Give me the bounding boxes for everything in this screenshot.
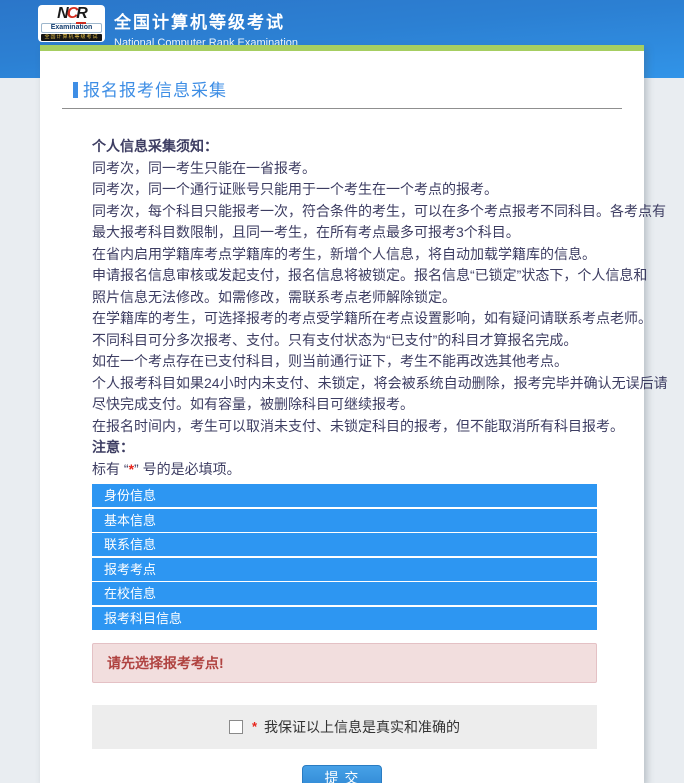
accordion-section-bar[interactable]: 基本信息 — [92, 509, 597, 532]
ncre-logo: NCR Examination 全国计算机等级考试 — [38, 5, 105, 42]
accordion-section-bar[interactable]: 联系信息 — [92, 533, 597, 556]
notice-line: 同考次，每个科目只能报考一次，符合条件的考生，可以在多个考点报考不同科目。各考点… — [92, 201, 644, 223]
accordion-section-bar[interactable]: 报考科目信息 — [92, 607, 597, 630]
notice-line: 注意： — [92, 437, 644, 459]
notice-line: 个人报考科目如果24小时内未支付、未锁定，将会被系统自动删除，报考完毕并确认无误… — [92, 373, 644, 395]
logo-black-strip: 全国计算机等级考试 — [41, 34, 102, 41]
logo-examination-label: Examination — [41, 23, 102, 33]
notice-line: 同考次，同一考生只能在一省报考。 — [92, 158, 644, 180]
submit-row: 提 交 — [40, 765, 644, 783]
notice-line: 个人信息采集须知： — [92, 136, 644, 158]
required-hint-suffix: ” 号的是必填项。 — [134, 461, 241, 477]
notice-line: 在学籍库的考生，可选择报考的考点受学籍所在考点设置影响，如有疑问请联系考点老师。 — [92, 308, 644, 330]
notice-line: 不同科目可分多次报考、支付。只有支付状态为“已支付”的科目才算报名完成。 — [92, 330, 644, 352]
section-accordion: 身份信息基本信息联系信息报考考点在校信息报考科目信息 — [92, 484, 597, 630]
logo-letter-n: N — [57, 5, 67, 22]
error-message-box: 请先选择报考考点! — [92, 643, 597, 683]
notice-line: 如在一个考点存在已支付科目，则当前通行证下，考生不能再改选其他考点。 — [92, 351, 644, 373]
notice-line: 同考次，同一个通行证账号只能用于一个考生在一个考点的报考。 — [92, 179, 644, 201]
confirm-required-asterisk: * — [252, 719, 257, 734]
confirm-label: 我保证以上信息是真实和准确的 — [264, 717, 460, 737]
accordion-section-bar[interactable]: 在校信息 — [92, 582, 597, 605]
title-accent-bar — [73, 82, 78, 98]
confirm-bar: * 我保证以上信息是真实和准确的 — [92, 705, 597, 749]
notice-line: 在省内启用学籍库考点学籍库的考生，新增个人信息，将自动加载学籍库的信息。 — [92, 244, 644, 266]
notice-line: 申请报名信息审核或发起支付，报名信息将被锁定。报名信息“已锁定”状态下，个人信息… — [92, 265, 644, 287]
title-divider — [62, 108, 622, 109]
notice-line: 最大报考科目数限制，且同一考生，在所有考点最多可报考3个科目。 — [92, 222, 644, 244]
error-message-text: 请先选择报考考点! — [107, 653, 224, 673]
notice-block: 个人信息采集须知：同考次，同一考生只能在一省报考。同考次，同一个通行证账号只能用… — [92, 136, 644, 480]
logo-letter-c: C — [67, 5, 77, 22]
header-titles: 全国计算机等级考试 National Computer Rank Examina… — [114, 8, 298, 49]
confirm-checkbox[interactable] — [229, 720, 243, 734]
page-title: 报名报考信息采集 — [83, 81, 227, 100]
accordion-section-bar[interactable]: 身份信息 — [92, 484, 597, 507]
notice-line: 尽快完成支付。如有容量，被删除科目可继续报考。 — [92, 394, 644, 416]
site-title-chinese: 全国计算机等级考试 — [114, 8, 298, 33]
page-title-row: 报名报考信息采集 — [73, 76, 619, 101]
logo-letter-r: R — [76, 5, 86, 24]
submit-button[interactable]: 提 交 — [302, 765, 382, 783]
required-hint-line: 标有 “*” 号的是必填项。 — [92, 459, 644, 481]
notice-line: 照片信息无法修改。如需修改，需联系考点老师解除锁定。 — [92, 287, 644, 309]
accordion-section-bar[interactable]: 报考考点 — [92, 558, 597, 581]
content-card: 报名报考信息采集 个人信息采集须知：同考次，同一考生只能在一省报考。同考次，同一… — [40, 45, 644, 783]
notice-line: 在报名时间内，考生可以取消未支付、未锁定科目的报考，但不能取消所有科目报考。 — [92, 416, 644, 438]
ncre-logo-letters: NCR — [41, 6, 102, 22]
notice-lines: 个人信息采集须知：同考次，同一考生只能在一省报考。同考次，同一个通行证账号只能用… — [92, 136, 644, 459]
required-hint-prefix: 标有 “ — [92, 461, 129, 477]
